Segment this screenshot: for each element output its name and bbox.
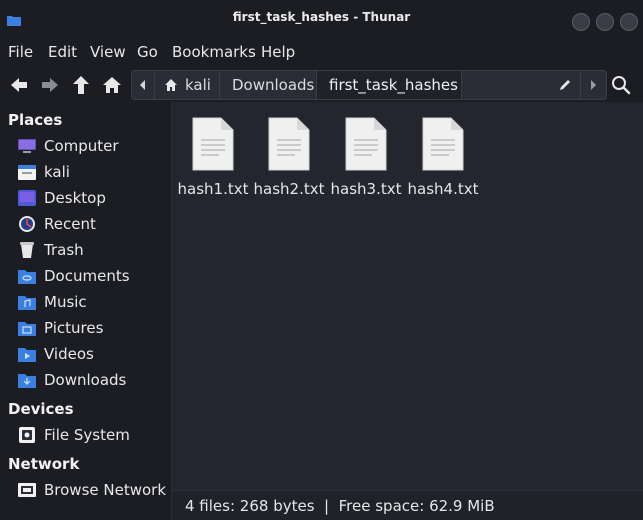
toolbar: kali Downloads first_task_hashes <box>0 68 643 102</box>
home-folder-icon <box>18 165 36 180</box>
search-icon[interactable] <box>610 74 632 96</box>
back-arrow-icon[interactable] <box>8 74 30 96</box>
sidebar-item-label: Documents <box>44 267 130 285</box>
documents-folder-icon <box>18 270 36 284</box>
sidebar-item-label: kali <box>44 163 70 181</box>
sidebar-item-label: Trash <box>44 241 84 259</box>
file-item[interactable]: hash3.txt <box>327 116 405 206</box>
music-folder-icon <box>18 296 36 310</box>
scroll-right-icon[interactable] <box>588 79 598 91</box>
file-item[interactable]: hash2.txt <box>250 116 328 206</box>
breadcrumb-label: Downloads <box>232 76 315 94</box>
sidebar-item-label: Downloads <box>44 371 127 389</box>
file-name: hash4.txt <box>407 180 479 198</box>
title-bar: first_task_hashes - Thunar <box>0 0 643 36</box>
breadcrumb-kali[interactable]: kali <box>154 71 220 99</box>
sidebar-item-videos[interactable]: Videos <box>0 342 171 366</box>
sidebar-item-label: Browse Network <box>44 481 167 499</box>
menu-help[interactable]: Help <box>261 43 295 61</box>
sidebar-item-recent[interactable]: Recent <box>0 212 171 236</box>
text-file-icon <box>192 117 234 171</box>
sidebar-item-desktop[interactable]: Desktop <box>0 186 171 210</box>
breadcrumb-downloads[interactable]: Downloads <box>220 71 317 99</box>
breadcrumb-label: first_task_hashes <box>329 76 458 94</box>
scroll-left-icon[interactable] <box>138 79 148 91</box>
sidebar-item-trash[interactable]: Trash <box>0 238 171 262</box>
window-title: first_task_hashes - Thunar <box>232 10 411 24</box>
sidebar-item-file-system[interactable]: File System <box>0 423 171 447</box>
desktop-icon <box>18 190 36 206</box>
breadcrumb-first-task-hashes[interactable]: first_task_hashes <box>317 71 462 99</box>
sidebar-item-label: File System <box>44 426 130 444</box>
places-heading: Places <box>8 111 63 129</box>
sidebar-item-label: Videos <box>44 345 94 363</box>
path-separator <box>580 71 581 99</box>
sidebar-item-browse-network[interactable]: Browse Network <box>0 478 171 502</box>
network-icon <box>18 483 36 497</box>
file-item[interactable]: hash1.txt <box>174 116 252 206</box>
home-icon[interactable] <box>101 74 123 96</box>
status-text: 4 files: 268 bytes | Free space: 62.9 Mi… <box>185 497 495 515</box>
downloads-folder-icon <box>18 374 36 388</box>
computer-icon <box>18 139 36 153</box>
status-bar: 4 files: 268 bytes | Free space: 62.9 Mi… <box>172 490 643 520</box>
trash-icon <box>20 242 34 258</box>
recent-icon <box>19 216 35 232</box>
sidebar-item-documents[interactable]: Documents <box>0 264 171 288</box>
sidebar-item-downloads[interactable]: Downloads <box>0 368 171 392</box>
file-name: hash3.txt <box>330 180 402 198</box>
minimize-button[interactable] <box>572 13 590 31</box>
menu-bar: File Edit View Go Bookmarks Help <box>0 36 643 68</box>
text-file-icon <box>345 117 387 171</box>
text-file-icon <box>268 117 310 171</box>
sidebar-item-label: Recent <box>44 215 96 233</box>
file-item[interactable]: hash4.txt <box>404 116 482 206</box>
network-heading: Network <box>8 455 80 473</box>
maximize-button[interactable] <box>596 13 614 31</box>
drive-icon <box>19 427 35 443</box>
path-bar: kali Downloads first_task_hashes <box>131 70 607 100</box>
menu-go[interactable]: Go <box>137 43 158 61</box>
file-name: hash1.txt <box>177 180 249 198</box>
menu-view[interactable]: View <box>90 43 126 61</box>
sidebar-item-label: Pictures <box>44 319 104 337</box>
edit-path-icon[interactable] <box>558 78 572 92</box>
sidebar-item-label: Music <box>44 293 87 311</box>
sidebar-item-kali[interactable]: kali <box>0 160 171 184</box>
sidebar-item-pictures[interactable]: Pictures <box>0 316 171 340</box>
menu-edit[interactable]: Edit <box>48 43 77 61</box>
home-icon <box>165 79 177 91</box>
pictures-folder-icon <box>18 322 36 336</box>
sidebar-item-computer[interactable]: Computer <box>0 134 171 158</box>
breadcrumb-label: kali <box>185 76 211 94</box>
file-name: hash2.txt <box>253 180 325 198</box>
sidebar: Places Computer kali Desktop Recent Tras… <box>0 102 172 520</box>
videos-folder-icon <box>18 348 36 362</box>
text-file-icon <box>422 117 464 171</box>
up-arrow-icon[interactable] <box>70 74 92 96</box>
sidebar-item-label: Desktop <box>44 189 106 207</box>
forward-arrow-icon[interactable] <box>39 74 61 96</box>
devices-heading: Devices <box>8 400 74 418</box>
sidebar-item-music[interactable]: Music <box>0 290 171 314</box>
file-view: hash1.txt hash2.txt hash3.txt hash4.txt <box>172 102 643 490</box>
sidebar-item-label: Computer <box>44 137 119 155</box>
menu-file[interactable]: File <box>8 43 33 61</box>
close-button[interactable] <box>620 13 638 31</box>
menu-bookmarks[interactable]: Bookmarks <box>172 43 256 61</box>
